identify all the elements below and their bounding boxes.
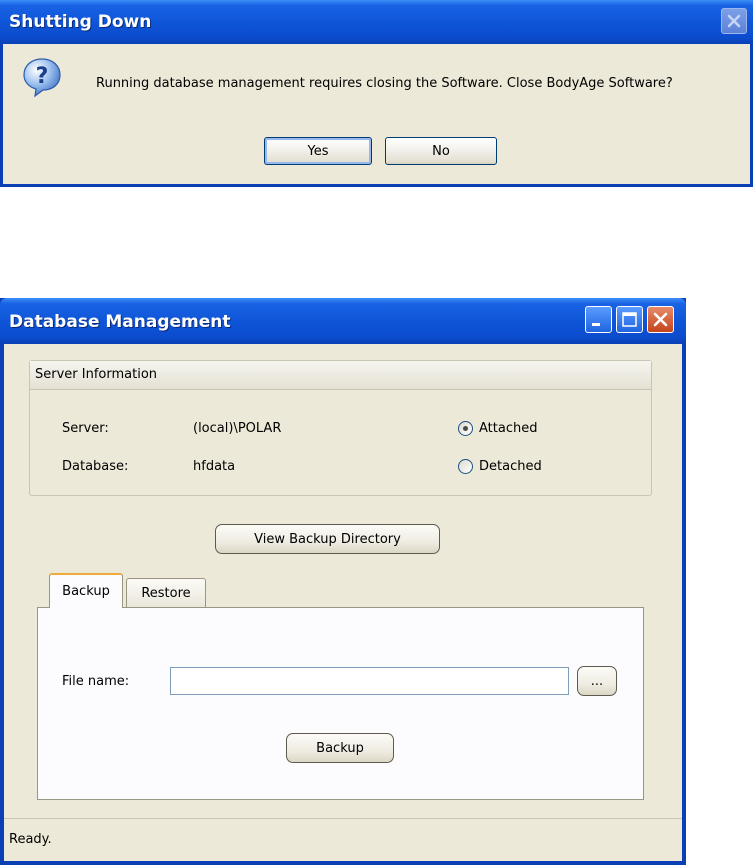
maximize-button[interactable] [616,306,643,333]
server-information-heading: Server Information [30,361,651,390]
view-backup-directory-button[interactable]: View Backup Directory [215,524,440,554]
backup-tab-panel [37,607,644,800]
backup-button[interactable]: Backup [286,733,394,763]
dialog-body: ? Running database management requires c… [3,44,750,184]
detached-label: Detached [479,459,542,474]
radio-unselected-icon [458,459,473,474]
server-label: Server: [62,421,109,436]
database-value: hfdata [193,459,236,474]
file-name-input[interactable] [170,667,569,695]
svg-text:?: ? [36,64,49,89]
window-title-bar[interactable]: Database Management [0,298,686,344]
dialog-title: Shutting Down [9,12,152,32]
maximize-icon [622,312,637,327]
tab-restore[interactable]: Restore [126,578,206,608]
close-button[interactable] [647,306,674,333]
file-name-label: File name: [62,674,130,689]
minimize-button[interactable] [585,306,612,333]
close-icon [653,312,668,327]
database-management-window: Database Management Server Information S… [0,298,686,865]
yes-button[interactable]: Yes [264,137,372,165]
dialog-message: Running database management requires clo… [96,76,673,91]
no-button[interactable]: No [385,137,497,165]
attached-label: Attached [479,421,538,436]
server-information-group: Server Information Server: (local)\POLAR… [29,360,652,496]
status-bar: Ready. [4,818,682,861]
detached-radio[interactable]: Detached [458,459,542,474]
status-text: Ready. [9,832,52,847]
attached-radio[interactable]: Attached [458,421,537,436]
shutting-down-dialog: Shutting Down ? Running database managem… [0,0,753,187]
tab-backup[interactable]: Backup [49,573,123,608]
radio-selected-icon [458,421,473,436]
window-title: Database Management [9,312,231,332]
database-label: Database: [62,459,129,474]
close-icon [727,14,741,28]
dialog-title-bar[interactable]: Shutting Down [0,0,753,44]
minimize-icon [592,323,600,326]
server-value: (local)\POLAR [193,421,282,436]
dialog-close-button[interactable] [721,8,747,34]
window-body: Server Information Server: (local)\POLAR… [4,344,682,861]
browse-button[interactable]: ... [577,666,617,696]
question-icon: ? [23,58,61,98]
